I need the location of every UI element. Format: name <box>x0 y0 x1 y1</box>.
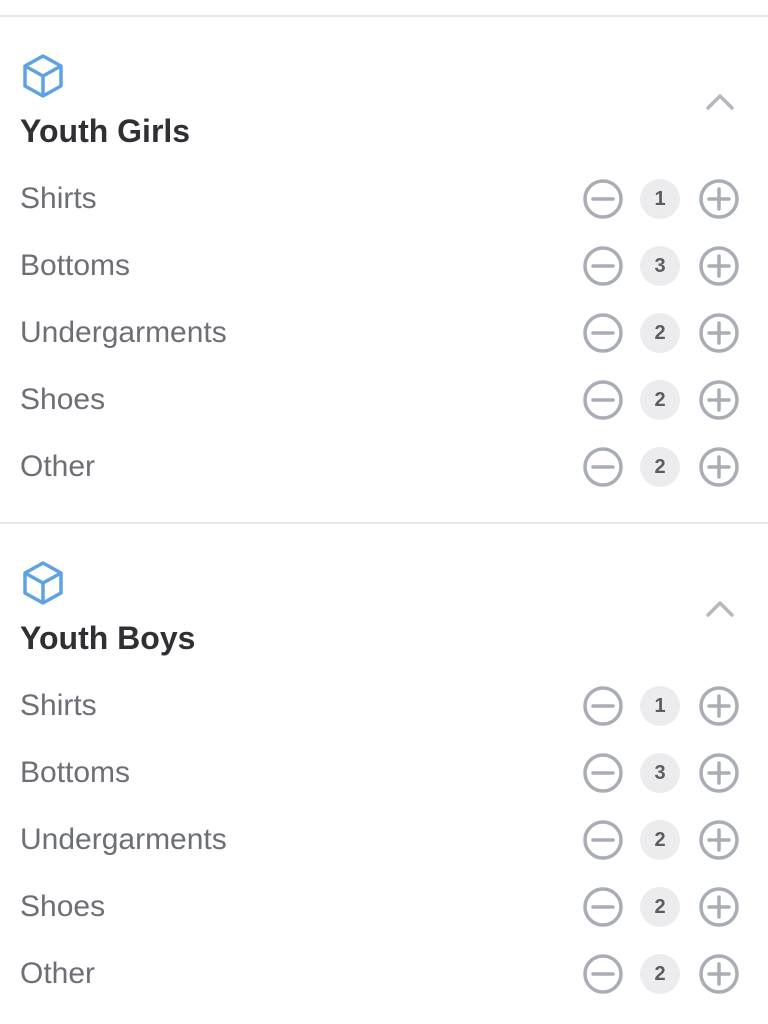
plus-circle-icon[interactable] <box>697 177 741 221</box>
section-title: Youth Boys <box>20 620 196 656</box>
list-item: Bottoms 3 <box>0 242 768 290</box>
item-label: Other <box>20 957 96 990</box>
quantity-value: 2 <box>640 380 680 420</box>
minus-circle-icon[interactable] <box>581 952 625 996</box>
cube-icon <box>19 559 67 607</box>
plus-circle-icon[interactable] <box>697 952 741 996</box>
item-label: Bottoms <box>20 756 131 789</box>
chevron-up-icon <box>700 589 740 629</box>
quantity-value: 2 <box>640 820 680 860</box>
chevron-up-icon <box>700 82 740 122</box>
quantity-stepper: 2 <box>580 816 744 864</box>
item-label: Undergarments <box>20 823 227 856</box>
section-divider <box>0 522 768 524</box>
quantity-value: 2 <box>640 954 680 994</box>
plus-circle-icon[interactable] <box>697 684 741 728</box>
plus-circle-icon[interactable] <box>697 885 741 929</box>
minus-circle-icon[interactable] <box>581 818 625 862</box>
quantity-value: 1 <box>640 686 680 726</box>
quantity-stepper: 2 <box>580 443 744 491</box>
top-divider <box>0 15 768 17</box>
plus-circle-icon[interactable] <box>697 445 741 489</box>
list-item: Other 2 <box>0 443 768 491</box>
collapse-youth-boys-button[interactable] <box>700 589 740 629</box>
item-label: Shirts <box>20 689 97 722</box>
item-label: Other <box>20 450 96 483</box>
list-item: Undergarments 2 <box>0 309 768 357</box>
list-item: Bottoms 3 <box>0 749 768 797</box>
item-label: Shirts <box>20 182 97 215</box>
quantity-value: 1 <box>640 179 680 219</box>
collapse-youth-girls-button[interactable] <box>700 82 740 122</box>
minus-circle-icon[interactable] <box>581 244 625 288</box>
list-item: Other 2 <box>0 950 768 998</box>
minus-circle-icon[interactable] <box>581 378 625 422</box>
quantity-stepper: 1 <box>580 175 744 223</box>
cube-icon <box>19 52 67 100</box>
quantity-value: 2 <box>640 313 680 353</box>
plus-circle-icon[interactable] <box>697 818 741 862</box>
quantity-value: 2 <box>640 447 680 487</box>
quantity-stepper: 2 <box>580 950 744 998</box>
list-item: Shoes 2 <box>0 883 768 931</box>
quantity-stepper: 3 <box>580 749 744 797</box>
minus-circle-icon[interactable] <box>581 885 625 929</box>
minus-circle-icon[interactable] <box>581 751 625 795</box>
item-label: Shoes <box>20 890 106 923</box>
list-item: Undergarments 2 <box>0 816 768 864</box>
section-youth-boys: Youth Boys Shirts 1 Bottoms 3 Undergarme… <box>0 559 768 1019</box>
plus-circle-icon[interactable] <box>697 244 741 288</box>
item-label: Bottoms <box>20 249 131 282</box>
quantity-stepper: 3 <box>580 242 744 290</box>
quantity-stepper: 2 <box>580 883 744 931</box>
quantity-stepper: 2 <box>580 309 744 357</box>
quantity-stepper: 1 <box>580 682 744 730</box>
plus-circle-icon[interactable] <box>697 311 741 355</box>
plus-circle-icon[interactable] <box>697 751 741 795</box>
minus-circle-icon[interactable] <box>581 311 625 355</box>
minus-circle-icon[interactable] <box>581 445 625 489</box>
page: Youth Girls Shirts 1 Bottoms 3 Undergarm… <box>0 0 768 1024</box>
quantity-value: 3 <box>640 753 680 793</box>
quantity-stepper: 2 <box>580 376 744 424</box>
quantity-value: 3 <box>640 246 680 286</box>
plus-circle-icon[interactable] <box>697 378 741 422</box>
minus-circle-icon[interactable] <box>581 177 625 221</box>
list-item: Shirts 1 <box>0 682 768 730</box>
section-youth-girls: Youth Girls Shirts 1 Bottoms 3 Undergarm… <box>0 52 768 512</box>
section-title: Youth Girls <box>20 113 191 149</box>
minus-circle-icon[interactable] <box>581 684 625 728</box>
item-label: Shoes <box>20 383 106 416</box>
quantity-value: 2 <box>640 887 680 927</box>
list-item: Shirts 1 <box>0 175 768 223</box>
list-item: Shoes 2 <box>0 376 768 424</box>
item-label: Undergarments <box>20 316 227 349</box>
